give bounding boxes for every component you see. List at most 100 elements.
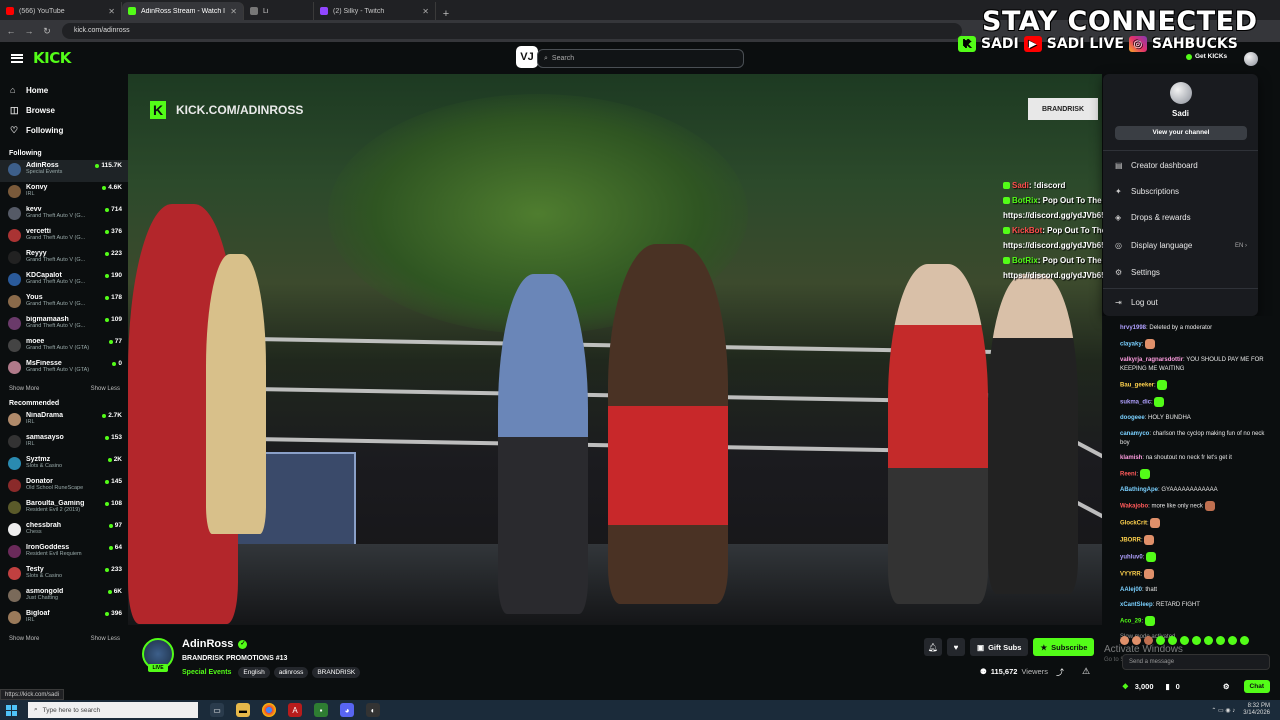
view-channel-button[interactable]: View your channel: [1115, 126, 1247, 140]
forward-icon[interactable]: →: [22, 26, 36, 36]
follow-heart-button[interactable]: ♥: [947, 638, 965, 656]
nav-browse[interactable]: ◫ Browse: [0, 100, 128, 120]
chat-username[interactable]: yuhluv0: [1120, 554, 1143, 560]
channel-item[interactable]: samasayso IRL 153: [0, 432, 128, 454]
reload-icon[interactable]: ↻: [40, 26, 54, 37]
get-kicks-button[interactable]: Get KICKs: [1186, 53, 1227, 60]
chat-username[interactable]: JBORR: [1120, 538, 1141, 544]
emote-icon[interactable]: [1228, 636, 1237, 645]
channel-item[interactable]: Testy Slots & Casino 233: [0, 564, 128, 586]
chat-username[interactable]: GlockCrit: [1120, 521, 1147, 527]
chat-username[interactable]: Wakajobo: [1120, 504, 1148, 510]
channel-item[interactable]: bigmamaash Grand Theft Auto V (G... 109: [0, 314, 128, 336]
channel-item[interactable]: KDCapalot Grand Theft Auto V (G... 190: [0, 270, 128, 292]
chat-username[interactable]: clayaky: [1120, 342, 1142, 348]
chat-username[interactable]: Bau_geeker: [1120, 383, 1154, 389]
chat-username[interactable]: xCantSleep: [1120, 602, 1153, 608]
menu-subscriptions[interactable]: ✦ Subscriptions: [1115, 187, 1247, 196]
acrobat-icon[interactable]: A: [288, 703, 302, 717]
close-tab-icon[interactable]: ✕: [422, 7, 429, 16]
tab-twitch[interactable]: (2) Silky - Twitch ✕: [314, 2, 436, 20]
show-more-button[interactable]: Show More: [9, 386, 39, 392]
vj-extension-icon[interactable]: VJ: [516, 46, 538, 68]
chat-username[interactable]: ABathingApe: [1120, 487, 1158, 493]
menu-drops-rewards[interactable]: ◈ Drops & rewards: [1115, 213, 1247, 222]
channel-item[interactable]: asmongold Just Chatting 6K: [0, 586, 128, 608]
emote-icon[interactable]: [1240, 636, 1249, 645]
chat-username[interactable]: VYYRR: [1120, 571, 1141, 577]
emote-icon[interactable]: [1192, 636, 1201, 645]
new-tab-button[interactable]: +: [436, 8, 456, 20]
show-more-button[interactable]: Show More: [9, 636, 39, 642]
chat-username[interactable]: hrvy1998: [1120, 325, 1146, 331]
url-input[interactable]: kick.com/adinross: [62, 23, 962, 39]
menu-creator-dashboard[interactable]: ▤ Creator dashboard: [1115, 161, 1247, 170]
video-player[interactable]: K KICK.COM/ADINROSS BRANDRISK: [128, 74, 1102, 625]
file-explorer-icon[interactable]: ▬: [236, 703, 250, 717]
channel-item[interactable]: kevv Grand Theft Auto V (G... 714: [0, 204, 128, 226]
channel-item[interactable]: AdinRoss Special Events 115.7K: [0, 160, 128, 182]
chat-username[interactable]: valkyrja_ragnarsdottir: [1120, 357, 1183, 363]
close-tab-icon[interactable]: ✕: [230, 7, 237, 16]
subscribe-button[interactable]: ★ Subscribe: [1033, 638, 1095, 656]
channel-item[interactable]: IronGoddess Resident Evil Requiem 64: [0, 542, 128, 564]
kick-logo[interactable]: KICK: [33, 49, 71, 67]
tag-chip[interactable]: English: [238, 667, 270, 678]
menu-settings[interactable]: ⚙ Settings: [1115, 268, 1247, 277]
tab-youtube[interactable]: (566) YouTube ✕: [0, 2, 122, 20]
channel-item[interactable]: Syztmz Slots & Casino 2K: [0, 454, 128, 476]
gift-subs-button[interactable]: ▣ Gift Subs: [970, 638, 1029, 656]
streamer-name[interactable]: AdinRoss ✓: [182, 638, 248, 650]
chat-settings-icon[interactable]: ⚙: [1223, 682, 1230, 691]
chat-username[interactable]: Aco_29: [1120, 619, 1141, 625]
task-view-icon[interactable]: ▭: [210, 703, 224, 717]
taskbar-search-input[interactable]: ⌕ Type here to search: [28, 702, 198, 718]
channel-item[interactable]: Baroulta_Gaming Resident Evil 2 (2019) 108: [0, 498, 128, 520]
windows-start-icon[interactable]: [6, 704, 24, 716]
emote-icon[interactable]: [1204, 636, 1213, 645]
channel-item[interactable]: Bigloaf IRL 396: [0, 608, 128, 630]
chat-message-input[interactable]: Send a message: [1122, 654, 1270, 670]
clock[interactable]: 8:32 PM 3/14/2026: [1243, 703, 1270, 717]
chat-username[interactable]: doogeee: [1120, 415, 1145, 421]
share-icon[interactable]: ⤴: [1056, 667, 1064, 678]
menu-log-out[interactable]: ⇥ Log out: [1115, 298, 1247, 307]
chat-username[interactable]: sukma_dic: [1120, 400, 1151, 406]
chat-send-button[interactable]: Chat: [1243, 679, 1270, 693]
emote-icon[interactable]: [1216, 636, 1225, 645]
report-icon[interactable]: ⚠: [1082, 666, 1090, 677]
chat-username[interactable]: Reeni: [1120, 472, 1136, 478]
back-icon[interactable]: ←: [4, 26, 18, 36]
channel-item[interactable]: Reyyy Grand Theft Auto V (G... 223: [0, 248, 128, 270]
tag-chip[interactable]: BRANDRISK: [312, 667, 361, 678]
tag-chip[interactable]: adinross: [273, 667, 309, 678]
chrome-icon[interactable]: [262, 703, 276, 717]
nav-following[interactable]: ♡ Following: [0, 120, 128, 140]
show-less-button[interactable]: Show Less: [91, 386, 120, 392]
channel-item[interactable]: NinaDrama IRL 2.7K: [0, 410, 128, 432]
tray-icons[interactable]: ⌃ ▭ ◉ ♪: [1211, 707, 1235, 714]
chat-username[interactable]: AAlej00: [1120, 587, 1142, 593]
terminal-icon[interactable]: ▪: [314, 703, 328, 717]
nav-home[interactable]: ⌂ Home: [0, 80, 128, 100]
chat-username[interactable]: klamish: [1120, 455, 1142, 461]
channel-item[interactable]: Donator Old School RuneScape 145: [0, 476, 128, 498]
channel-item[interactable]: MsFinesse Grand Theft Auto V (GTA) 0: [0, 358, 128, 380]
notification-bell-button[interactable]: 🔔︎: [924, 638, 942, 656]
channel-item[interactable]: Yous Grand Theft Auto V (G... 178: [0, 292, 128, 314]
show-less-button[interactable]: Show Less: [91, 636, 120, 642]
menu-display-language[interactable]: ◎ Display language EN ›: [1115, 241, 1247, 250]
search-input[interactable]: ⌕ Search: [537, 49, 744, 68]
channel-item[interactable]: moee Grand Theft Auto V (GTA) 77: [0, 336, 128, 358]
app-icon[interactable]: ◐: [366, 703, 380, 717]
channel-item[interactable]: vercetti Grand Theft Auto V (G... 376: [0, 226, 128, 248]
channel-item[interactable]: Konvy IRL 4.6K: [0, 182, 128, 204]
close-tab-icon[interactable]: ✕: [108, 7, 115, 16]
hamburger-menu-icon[interactable]: [11, 53, 23, 63]
channel-item[interactable]: chessbrah Chess 97: [0, 520, 128, 542]
tab-kick-adinross[interactable]: AdinRoss Stream - Watch l ✕: [122, 2, 244, 20]
tab-loading[interactable]: Li: [244, 2, 314, 20]
chat-username[interactable]: canamyco: [1120, 431, 1149, 437]
category-link[interactable]: Special Events: [182, 669, 231, 676]
discord-icon[interactable]: ◕: [340, 703, 354, 717]
